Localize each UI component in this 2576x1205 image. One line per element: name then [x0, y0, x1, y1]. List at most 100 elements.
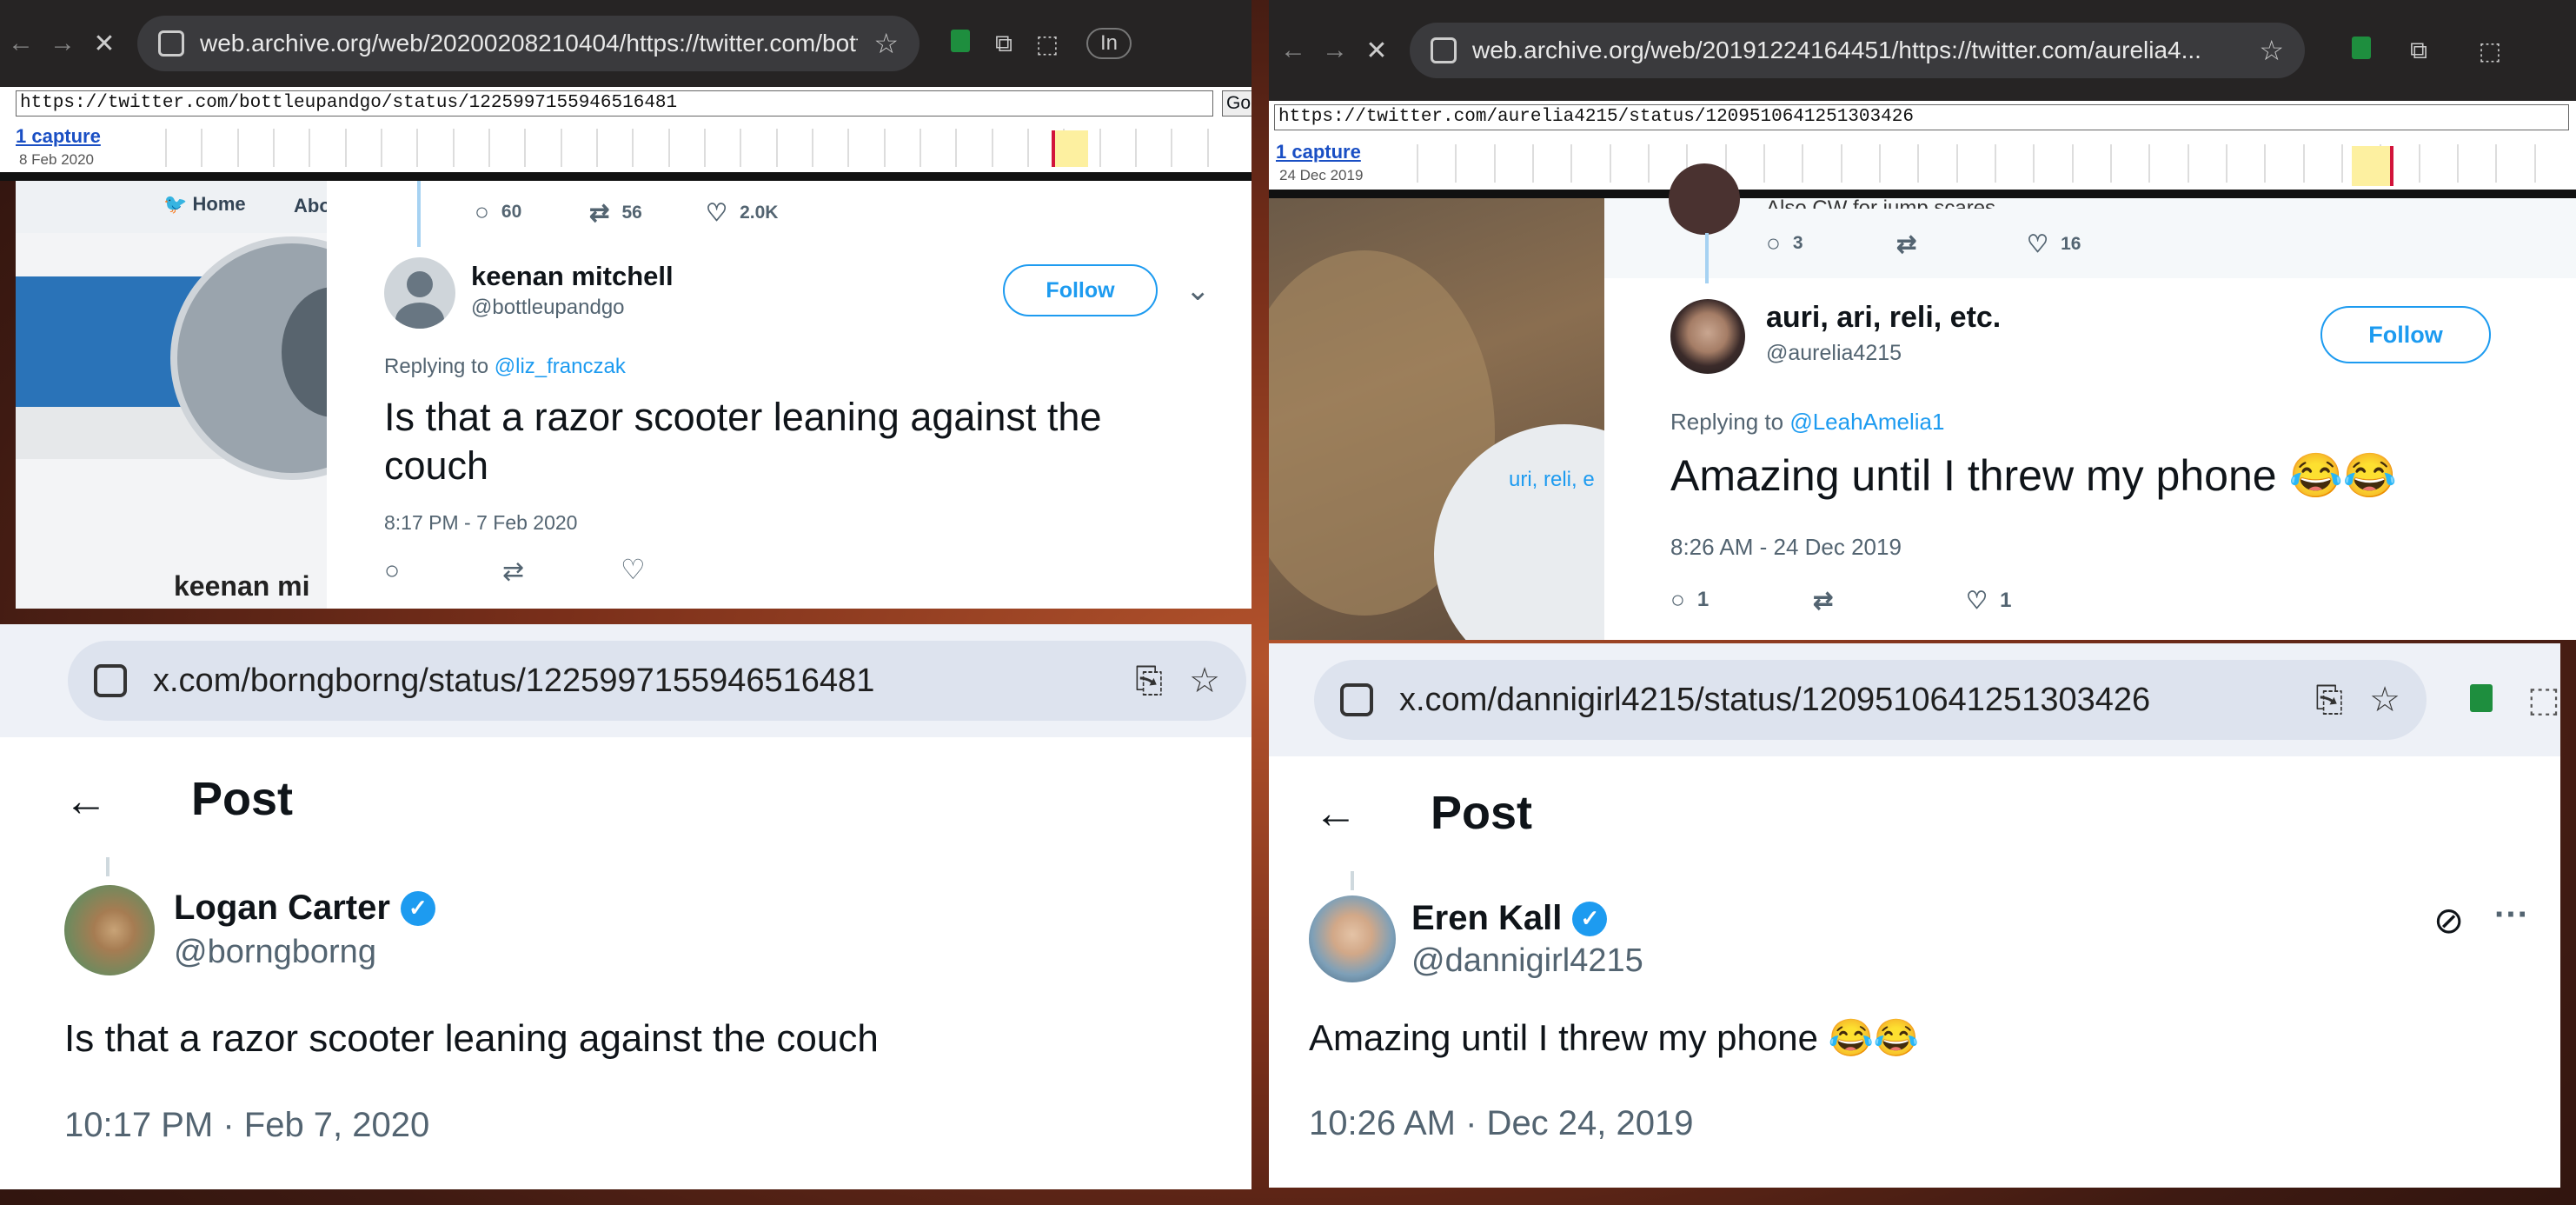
tweet-author-name[interactable]: keenan mitchell — [471, 261, 674, 292]
reply-icon[interactable]: ○ — [384, 556, 400, 586]
prev-tweet-cut-text: Also CW for jump scares — [1766, 196, 1996, 209]
back-arrow-icon[interactable]: ← — [1314, 788, 1358, 838]
retweet-icon[interactable]: ⇄ — [1813, 586, 1833, 615]
author-avatar[interactable] — [64, 885, 155, 975]
browser-toolbar: ← → ✕ web.archive.org/web/20200208210404… — [0, 0, 1251, 87]
tweet-text: Amazing until I threw my phone 😂😂 — [1309, 1017, 1920, 1058]
site-info-icon[interactable] — [1340, 683, 1373, 716]
bookmark-star-icon[interactable]: ☆ — [1189, 661, 1220, 701]
prev-like-count[interactable]: ♡ 16 — [2027, 230, 2081, 258]
prev-reply-count[interactable]: ○ 3 — [1766, 230, 1803, 257]
like-count[interactable]: ♡ 1 — [1966, 586, 2011, 615]
address-url: web.archive.org/web/20191224164451/https… — [1472, 37, 2201, 63]
replying-to: Replying to @liz_franczak — [384, 355, 626, 378]
tweet-timestamp[interactable]: 8:17 PM - 7 Feb 2020 — [384, 511, 577, 535]
tweet-text: Amazing until I threw my phone 😂😂 — [1670, 451, 2397, 500]
tweet-card: Also CW for jump scares ○ 3 ⇄ ♡ 16 auri, a… — [1604, 163, 2576, 640]
replying-to-link[interactable]: @LeahAmelia1 — [1789, 409, 1944, 435]
chevron-down-icon[interactable]: ⌄ — [1185, 273, 1211, 308]
thread-line — [1351, 871, 1354, 890]
nav-about-link[interactable]: Abo — [294, 195, 331, 217]
browser-toolbar: x.com/dannigirl4215/status/1209510641251… — [1269, 643, 2560, 756]
screen-capture-icon[interactable]: ⬚ — [1026, 30, 1069, 58]
tweet-timestamp[interactable]: 10:26 AM · Dec 24, 2019 — [1309, 1104, 1694, 1143]
tweet-author-handle[interactable]: @aurelia4215 — [1766, 341, 1902, 366]
address-bar[interactable]: web.archive.org/web/20191224164451/https… — [1410, 23, 2305, 78]
replying-to: Replying to @LeahAmelia1 — [1670, 409, 1945, 435]
prev-retweet-count[interactable]: ⇄ 56 — [589, 198, 642, 227]
site-info-icon[interactable] — [1431, 37, 1457, 63]
screen-capture-icon[interactable]: ⬚ — [2468, 37, 2512, 65]
site-info-icon[interactable] — [158, 30, 184, 57]
x-panel-logan: x.com/borngborng/status/1225997155946516… — [0, 624, 1251, 1189]
tweet-timestamp[interactable]: 10:17 PM · Feb 7, 2020 — [64, 1106, 429, 1145]
sheets-extension-icon[interactable] — [939, 29, 982, 58]
default-avatar[interactable] — [384, 257, 455, 329]
verified-badge-icon: ✓ — [1572, 901, 1608, 936]
forward-button[interactable]: → — [1314, 36, 1356, 65]
prev-reply-count[interactable]: ○ 60 — [475, 198, 521, 226]
stop-button[interactable]: ✕ — [83, 29, 125, 59]
install-app-icon[interactable]: ⎘ — [1135, 662, 1163, 701]
prev-retweet-count[interactable]: ⇄ — [1896, 230, 1916, 258]
tweet-author-name[interactable]: auri, ari, reli, etc. — [1766, 301, 2001, 335]
wayback-bar: https://twitter.com/bottleupandgo/status… — [0, 87, 1251, 181]
address-bar[interactable]: x.com/dannigirl4215/status/1209510641251… — [1314, 660, 2427, 740]
wayback-go-button[interactable]: Go — [1222, 90, 1251, 117]
like-icon[interactable]: ♡ — [1966, 586, 1988, 615]
reply-icon[interactable]: ○ — [1670, 586, 1685, 614]
author-name[interactable]: Eren Kall ✓ — [1411, 899, 1608, 938]
follow-button[interactable]: Follow — [1003, 264, 1158, 316]
captures-link[interactable]: 1 capture — [1276, 141, 1361, 163]
more-options-icon[interactable]: ··· — [2494, 895, 2529, 935]
forward-button[interactable]: → — [42, 29, 83, 58]
back-button[interactable]: ← — [0, 29, 42, 58]
tweet-author-handle[interactable]: @bottleupandgo — [471, 296, 625, 320]
background-profile-page: 🐦 Home Abo keenan mi — [16, 181, 414, 609]
author-avatar[interactable] — [1309, 895, 1396, 982]
prev-like-count[interactable]: ♡ 2.0K — [706, 198, 778, 227]
author-handle[interactable]: @dannigirl4215 — [1411, 942, 1643, 980]
replying-to-link[interactable]: @liz_franczak — [495, 355, 626, 378]
author-handle[interactable]: @borngborng — [174, 934, 376, 971]
grok-icon[interactable]: ⊘ — [2433, 899, 2464, 942]
retweet-icon[interactable]: ⇄ — [502, 556, 524, 587]
like-icon[interactable]: ♡ — [621, 553, 646, 586]
incognito-indicator[interactable]: In — [1086, 28, 1132, 59]
profile-name-partial: keenan mi — [174, 570, 310, 602]
extensions-icon[interactable]: ⧉ — [982, 30, 1026, 58]
timeline-marker — [1052, 130, 1055, 167]
address-bar[interactable]: x.com/borngborng/status/1225997155946516… — [68, 641, 1246, 721]
capture-timeline[interactable] — [1417, 144, 2573, 183]
back-button[interactable]: ← — [1272, 36, 1314, 65]
bookmark-star-icon[interactable]: ☆ — [873, 27, 899, 60]
captures-link[interactable]: 1 capture — [16, 125, 101, 148]
author-avatar[interactable] — [1670, 299, 1745, 374]
stop-button[interactable]: ✕ — [1356, 36, 1398, 66]
thread-line — [417, 181, 421, 247]
site-info-icon[interactable] — [94, 664, 127, 697]
wayback-url-input[interactable]: https://twitter.com/bottleupandgo/status… — [16, 90, 1213, 117]
address-url: x.com/dannigirl4215/status/1209510641251… — [1399, 681, 2151, 718]
extensions-icon[interactable]: ⧉ — [2397, 37, 2440, 65]
sheets-extension-icon[interactable] — [2470, 683, 2493, 716]
bookmark-star-icon[interactable]: ☆ — [2369, 680, 2400, 720]
follow-button[interactable]: Follow — [2320, 306, 2491, 363]
tweet-timestamp[interactable]: 8:26 AM - 24 Dec 2019 — [1670, 534, 1902, 561]
post-page: ← Post Logan Carter ✓ @borngborng Is that… — [0, 737, 1251, 1189]
install-app-icon[interactable]: ⎘ — [2315, 681, 2343, 720]
bookmark-star-icon[interactable]: ☆ — [2259, 34, 2284, 67]
back-arrow-icon[interactable]: ← — [64, 776, 108, 826]
thread-line — [106, 857, 110, 876]
nav-home-link[interactable]: 🐦 Home — [163, 193, 246, 216]
screen-capture-icon[interactable]: ⬚ — [2527, 680, 2560, 720]
wayback-url-input[interactable]: https://twitter.com/aurelia4215/status/1… — [1274, 104, 2569, 130]
address-bar[interactable]: web.archive.org/web/20200208210404/https… — [137, 16, 920, 71]
capture-date: 24 Dec 2019 — [1279, 167, 1364, 183]
tweet-text: Is that a razor scooter leaning against … — [384, 395, 1102, 488]
sheets-extension-icon[interactable] — [2340, 36, 2383, 65]
reply-count[interactable]: ○ 1 — [1670, 586, 1709, 614]
background-photo: uri, reli, e — [1269, 198, 1695, 640]
retweet-button[interactable]: ⇄ — [1813, 586, 1833, 615]
author-name[interactable]: Logan Carter ✓ — [174, 889, 435, 928]
